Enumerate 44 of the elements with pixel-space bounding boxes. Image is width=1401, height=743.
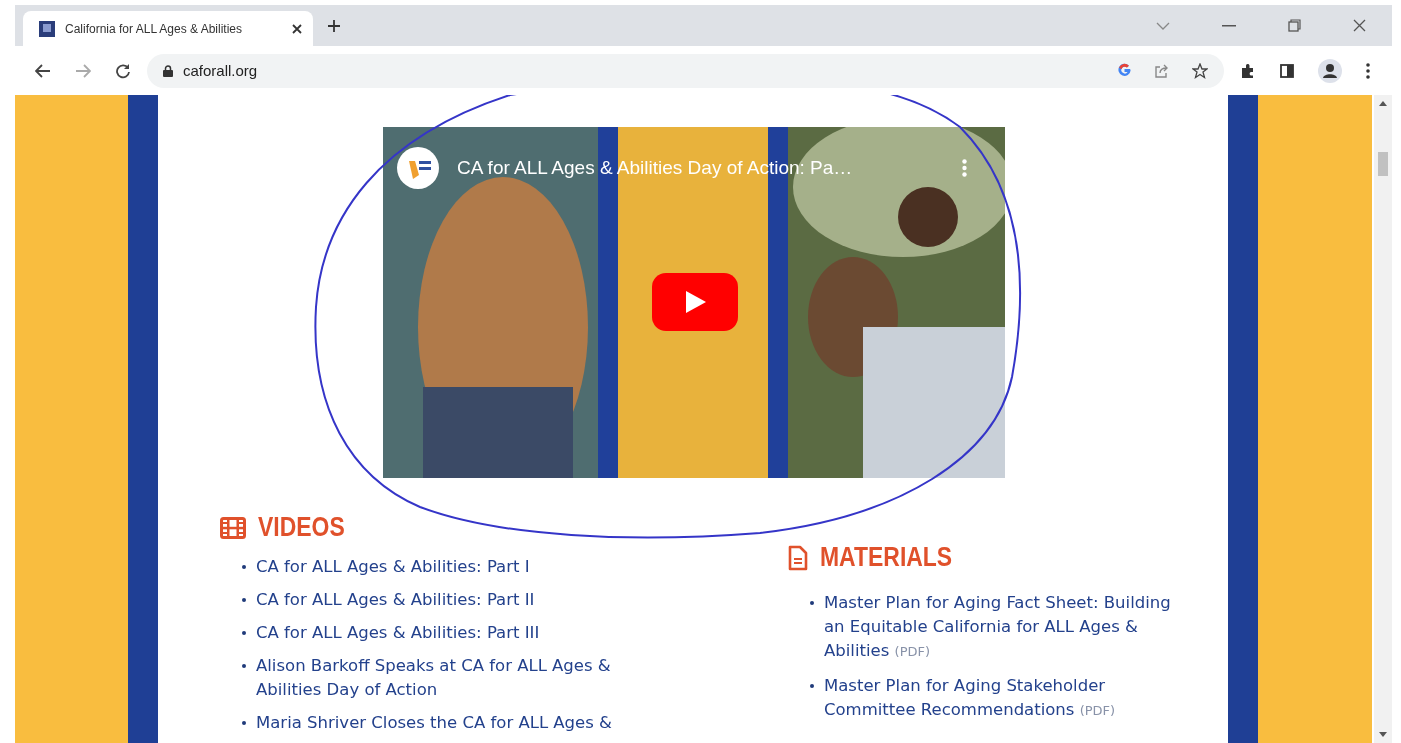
material-link[interactable]: Master Plan for Aging Stakeholder Committee Recommendations (PDF) xyxy=(824,674,1172,723)
document-icon xyxy=(788,544,808,571)
browser-tab[interactable]: California for ALL Ages & Abilities xyxy=(23,11,313,46)
scroll-up-icon[interactable] xyxy=(1379,101,1387,106)
section-heading: VIDEOS xyxy=(258,512,345,543)
minimize-icon[interactable] xyxy=(1222,24,1236,27)
video-link[interactable]: Alison Barkoff Speaks at CA for ALL Ages & Abilities Day of Action xyxy=(256,654,672,702)
video-link[interactable]: Maria Shriver Closes the CA for ALL Ages & xyxy=(256,711,612,735)
close-tab-icon[interactable] xyxy=(291,22,303,35)
video-link[interactable]: CA for ALL Ages & Abilities: Part I xyxy=(256,555,530,579)
bullet-icon xyxy=(242,631,246,635)
new-tab-icon[interactable] xyxy=(327,18,341,33)
tab-search-icon[interactable] xyxy=(1156,20,1170,31)
play-button[interactable] xyxy=(652,273,738,331)
bullet-icon xyxy=(242,598,246,602)
material-link[interactable]: Master Plan for Aging Fact Sheet: Building an Equitable California for ALL Ages & Abilities (PDF) xyxy=(824,591,1172,664)
scrollbar-thumb[interactable] xyxy=(1378,152,1388,176)
video-link[interactable]: CA for ALL Ages & Abilities: Part III xyxy=(256,621,540,645)
menu-icon[interactable] xyxy=(1366,62,1370,79)
film-icon xyxy=(220,516,246,539)
video-link[interactable]: CA for ALL Ages & Abilities: Part II xyxy=(256,588,535,612)
site-favicon-icon xyxy=(39,20,55,37)
profile-avatar-icon[interactable] xyxy=(1318,58,1342,83)
bullet-icon xyxy=(242,721,246,725)
side-panel-icon[interactable] xyxy=(1280,63,1294,78)
bookmark-star-icon[interactable] xyxy=(1192,62,1208,79)
google-icon[interactable] xyxy=(1117,63,1132,78)
bullet-icon xyxy=(810,684,814,688)
scrollbar[interactable] xyxy=(1374,95,1392,743)
address-bar[interactable]: caforall.org xyxy=(147,53,1224,88)
back-icon[interactable] xyxy=(35,63,51,78)
restore-icon[interactable] xyxy=(1288,19,1301,32)
scroll-down-icon[interactable] xyxy=(1379,732,1387,737)
lock-icon xyxy=(163,64,173,77)
extensions-icon[interactable] xyxy=(1240,62,1256,79)
section-heading: MATERIALS xyxy=(820,542,953,573)
reload-icon[interactable] xyxy=(115,62,131,79)
channel-avatar-icon[interactable] xyxy=(397,147,439,189)
close-icon[interactable] xyxy=(1353,19,1366,32)
bullet-icon xyxy=(810,601,814,605)
bullet-icon xyxy=(242,664,246,668)
bullet-icon xyxy=(242,565,246,569)
share-icon[interactable] xyxy=(1154,63,1170,78)
tab-title: California for ALL Ages & Abilities xyxy=(65,21,243,36)
